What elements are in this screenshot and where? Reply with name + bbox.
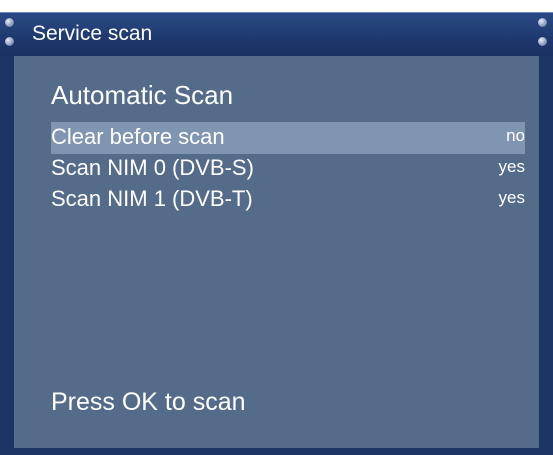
window-title: Service scan xyxy=(32,22,153,45)
screw-icon xyxy=(538,18,547,27)
screw-icon xyxy=(5,37,14,46)
option-label: Scan NIM 1 (DVB-T) xyxy=(51,186,253,211)
option-row-scan-nim-1[interactable]: Scan NIM 1 (DVB-T) yes xyxy=(51,184,525,216)
option-value: yes xyxy=(498,188,525,207)
option-label: Clear before scan xyxy=(51,124,225,149)
top-strip xyxy=(0,0,553,12)
option-value: yes xyxy=(498,157,525,176)
option-row-clear-before-scan[interactable]: Clear before scan no xyxy=(51,122,525,154)
service-scan-window: Service scan Automatic Scan Clear before… xyxy=(0,0,553,455)
scan-hint: Press OK to scan xyxy=(51,388,246,416)
option-label: Scan NIM 0 (DVB-S) xyxy=(51,155,254,180)
option-row-scan-nim-0[interactable]: Scan NIM 0 (DVB-S) yes xyxy=(51,153,525,185)
page-heading: Automatic Scan xyxy=(51,80,234,110)
screw-icon xyxy=(538,37,547,46)
title-bar: Service scan xyxy=(0,12,553,56)
screw-icon xyxy=(5,18,14,27)
content-panel: Automatic Scan Clear before scan no Scan… xyxy=(14,56,539,448)
option-value: no xyxy=(506,126,525,145)
